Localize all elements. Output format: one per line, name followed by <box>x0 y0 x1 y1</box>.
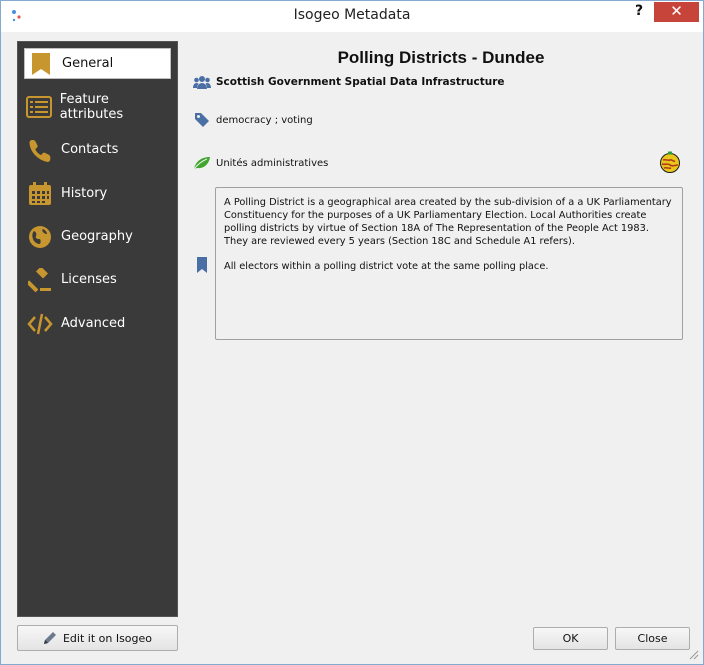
description-paragraph: A Polling District is a geographical are… <box>224 197 672 247</box>
page-title: Polling Districts - Dundee <box>337 48 545 67</box>
sidebar-item-advanced[interactable]: Advanced <box>24 308 171 339</box>
calendar-icon <box>26 180 54 208</box>
list-icon <box>26 93 53 121</box>
sidebar-item-general[interactable]: General <box>24 48 171 79</box>
sidebar-item-label: Licenses <box>61 272 117 287</box>
close-button[interactable]: Close <box>615 627 690 650</box>
sidebar-item-history[interactable]: History <box>24 178 171 209</box>
resize-grip-icon[interactable] <box>689 650 699 660</box>
code-icon <box>26 310 54 338</box>
pencil-icon <box>43 632 56 644</box>
description-box: A Polling District is a geographical are… <box>215 187 683 340</box>
group-icon <box>193 73 211 91</box>
sidebar-item-licenses[interactable]: Licenses <box>24 264 171 295</box>
organization-name: Scottish Government Spatial Data Infrast… <box>216 76 505 88</box>
sidebar-item-label: Contacts <box>61 142 119 157</box>
edit-button-label: Edit it on Isogeo <box>62 631 153 645</box>
keywords-row: democracy ; voting <box>193 111 313 129</box>
description-paragraph: All electors within a polling district v… <box>224 261 549 272</box>
sidebar-item-contacts[interactable]: Contacts <box>24 134 171 165</box>
sidebar-item-geography[interactable]: Geography <box>24 221 171 252</box>
ok-button[interactable]: OK <box>533 627 608 650</box>
sidebar-item-label: General <box>62 56 114 71</box>
theme-row: Unités administratives <box>193 154 328 172</box>
gavel-icon <box>26 266 54 294</box>
description-bookmark-icon <box>197 257 207 273</box>
tag-icon <box>193 111 211 129</box>
leaf-icon <box>193 154 211 172</box>
bookmark-icon <box>27 50 55 78</box>
theme-text: Unités administratives <box>216 157 329 169</box>
window-close-button[interactable]: ✕ <box>654 2 699 22</box>
sidebar-item-label: Advanced <box>61 316 126 331</box>
edit-on-isogeo-button[interactable]: Edit it on Isogeo <box>17 625 178 651</box>
window-title: Isogeo Metadata <box>293 7 411 23</box>
organization-row: Scottish Government Spatial Data Infrast… <box>193 73 505 91</box>
keywords-text: democracy ; voting <box>216 114 313 126</box>
sidebar: General Feature attributes Contacts Hist… <box>17 41 178 617</box>
sidebar-item-label: History <box>61 186 108 201</box>
help-button[interactable]: ? <box>629 2 649 22</box>
title-bar[interactable]: Isogeo Metadata ? ✕ <box>1 1 703 32</box>
metadata-window: Isogeo Metadata ? ✕ General Feature attr… <box>0 0 704 665</box>
phone-icon <box>26 136 54 164</box>
sidebar-item-label: Feature attributes <box>59 91 124 122</box>
main-panel: Polling Districts - Dundee Scottish Gove… <box>187 41 695 619</box>
globe-icon <box>26 223 54 251</box>
sidebar-item-label: Geography <box>61 229 133 244</box>
sidebar-item-feature-attributes[interactable]: Feature attributes <box>24 91 171 122</box>
inspire-globe-icon <box>660 151 680 173</box>
